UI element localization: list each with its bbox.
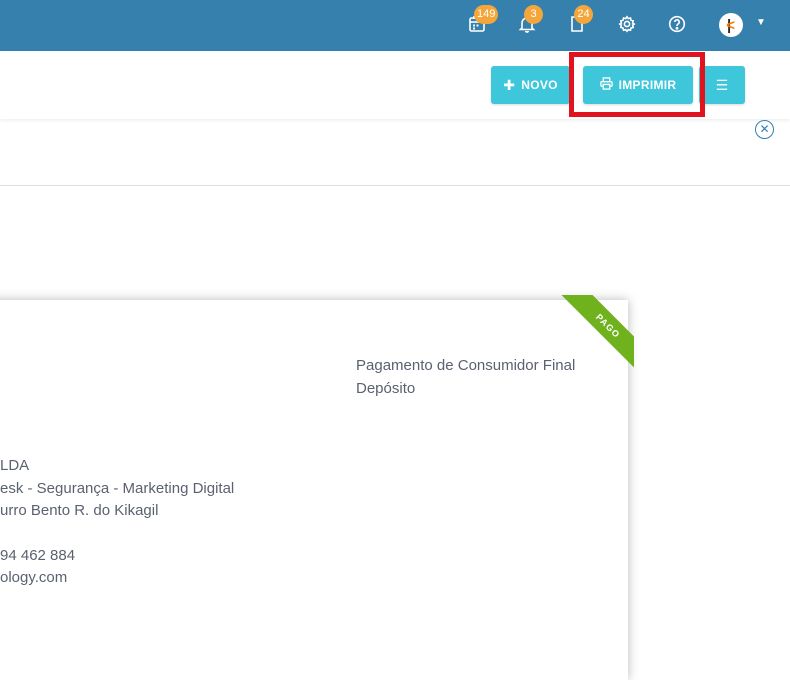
company-address-text: urro Bento R. do Kikagil [0, 502, 159, 519]
section-divider [0, 185, 790, 186]
company-name-text: LDA [0, 457, 30, 474]
new-button[interactable]: ✚ NOVO [491, 66, 570, 104]
avatar-logo-accent: < [726, 16, 735, 34]
close-icon[interactable]: ✕ [755, 120, 774, 139]
print-button-highlight [569, 52, 705, 117]
company-phone-text: 94 462 884 [0, 547, 76, 564]
plus-icon: ✚ [503, 76, 516, 93]
payment-method-text: Depósito [356, 380, 416, 397]
hamburger-icon: ☰ [715, 76, 729, 93]
company-website-text: ology.com [0, 569, 68, 586]
user-avatar[interactable]: | < [719, 13, 743, 37]
help-icon[interactable] [665, 12, 689, 36]
options-menu-button[interactable]: ☰ [699, 66, 745, 104]
documents-badge: 24 [574, 5, 593, 24]
calendar-icon[interactable]: 149 [465, 5, 499, 36]
gear-icon[interactable] [615, 12, 639, 36]
company-activity-text: esk - Segurança - Marketing Digital [0, 480, 235, 497]
top-navigation-bar: 149 3 24 | < ▼ [0, 0, 790, 51]
notifications-badge: 3 [524, 5, 543, 24]
chevron-down-icon[interactable]: ▼ [756, 17, 766, 28]
calendar-badge: 149 [474, 5, 499, 24]
new-button-label: NOVO [521, 78, 558, 92]
payment-type-text: Pagamento de Consumidor Final [356, 357, 576, 374]
bell-icon[interactable]: 3 [515, 5, 543, 36]
document-icon[interactable]: 24 [565, 5, 593, 36]
